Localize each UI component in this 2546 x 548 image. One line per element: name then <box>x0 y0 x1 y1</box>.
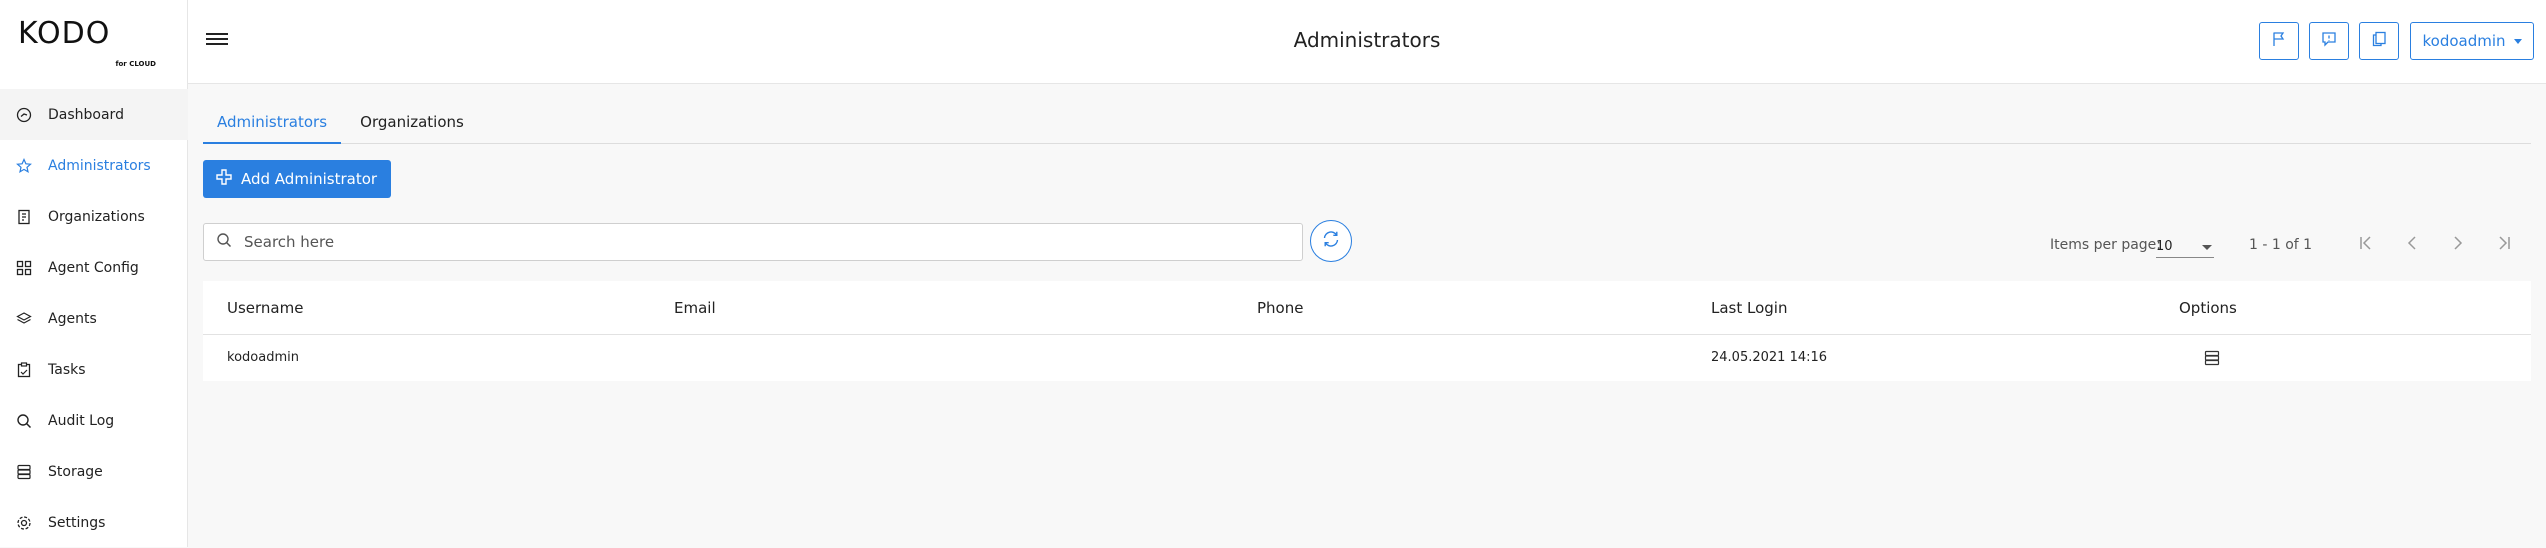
building-icon <box>16 209 32 225</box>
administrators-table: Username Email Phone Last Login Options … <box>203 281 2531 381</box>
table-row[interactable]: kodoadmin 24.05.2021 14:16 <box>203 335 2531 381</box>
flag-icon <box>2271 31 2287 51</box>
sidebar-item-label: Tasks <box>48 361 86 378</box>
top-header: Administrators kodoadmin <box>188 0 2546 84</box>
user-menu-button[interactable]: kodoadmin <box>2410 22 2534 60</box>
last-page-button[interactable] <box>2489 230 2519 260</box>
documents-button[interactable] <box>2359 22 2399 60</box>
kodo-logo[interactable]: KODO for CLOUD <box>18 18 158 70</box>
previous-page-button[interactable] <box>2397 230 2427 260</box>
column-header-email[interactable]: Email <box>674 281 716 335</box>
last-page-icon <box>2495 234 2513 256</box>
chevron-left-icon <box>2403 234 2421 256</box>
plus-icon <box>215 168 241 190</box>
sidebar-item-label: Audit Log <box>48 412 115 429</box>
sidebar-item-label: Administrators <box>48 157 151 174</box>
grid-icon <box>16 260 32 276</box>
tab-bar: Administrators Organizations <box>203 106 2531 144</box>
search-box <box>203 223 1303 261</box>
sidebar-item-agents[interactable]: Agents <box>0 293 188 344</box>
first-page-button[interactable] <box>2351 230 2381 260</box>
sidebar-item-label: Settings <box>48 514 106 531</box>
refresh-icon <box>1321 229 1341 253</box>
first-page-icon <box>2357 234 2375 256</box>
flag-button[interactable] <box>2259 22 2299 60</box>
user-menu-label: kodoadmin <box>2422 32 2506 50</box>
column-header-last-login[interactable]: Last Login <box>1711 281 1787 335</box>
table-header: Username Email Phone Last Login Options <box>203 281 2531 335</box>
page-title: Administrators <box>1293 28 1441 52</box>
caret-down-icon <box>2202 245 2212 250</box>
sidebar-item-agent-config[interactable]: Agent Config <box>0 242 188 293</box>
cell-username: kodoadmin <box>227 350 299 365</box>
database-icon <box>16 464 32 480</box>
chat-icon <box>2321 31 2337 51</box>
sidebar-item-label: Agents <box>48 310 97 327</box>
sidebar-item-label: Storage <box>48 463 103 480</box>
copy-icon <box>2371 31 2387 51</box>
page-size-value: 10 <box>2156 239 2173 254</box>
star-icon <box>16 157 32 174</box>
sidebar-item-label: Dashboard <box>48 106 124 123</box>
sidebar: KODO for CLOUD Dashboard Administrators … <box>0 0 188 547</box>
layers-icon <box>16 311 32 327</box>
sidebar-item-organizations[interactable]: Organizations <box>0 191 188 242</box>
cell-last-login: 24.05.2021 14:16 <box>1711 350 1828 365</box>
options-list-icon <box>2203 350 2221 371</box>
sidebar-item-administrators[interactable]: Administrators <box>0 140 188 191</box>
tab-administrators[interactable]: Administrators <box>203 106 341 144</box>
sidebar-item-settings[interactable]: Settings <box>0 497 188 548</box>
caret-down-icon <box>2513 38 2522 44</box>
sidebar-item-audit-log[interactable]: Audit Log <box>0 395 188 446</box>
feedback-button[interactable] <box>2309 22 2349 60</box>
logo-subtext: for CLOUD <box>115 60 156 68</box>
gear-icon <box>16 515 32 531</box>
dashboard-icon <box>16 107 32 123</box>
sidebar-item-label: Agent Config <box>48 259 139 276</box>
add-administrator-label: Add Administrator <box>241 170 378 188</box>
row-options-button[interactable] <box>2203 349 2221 367</box>
search-icon <box>216 232 242 252</box>
clipboard-icon <box>16 361 32 378</box>
tab-organizations[interactable]: Organizations <box>357 106 467 144</box>
column-header-phone[interactable]: Phone <box>1257 281 1303 335</box>
sidebar-item-tasks[interactable]: Tasks <box>0 344 188 395</box>
sidebar-item-dashboard[interactable]: Dashboard <box>0 89 188 140</box>
column-header-username[interactable]: Username <box>227 281 303 335</box>
search-icon <box>16 413 32 429</box>
items-per-page-label: Items per page: <box>2050 237 2162 253</box>
chevron-right-icon <box>2449 234 2467 256</box>
search-input[interactable] <box>242 232 1292 252</box>
next-page-button[interactable] <box>2443 230 2473 260</box>
sidebar-item-label: Organizations <box>48 208 145 225</box>
page-range-label: 1 - 1 of 1 <box>2249 237 2313 253</box>
add-administrator-button[interactable]: Add Administrator <box>203 160 391 198</box>
page-size-select[interactable]: 10 <box>2156 234 2214 258</box>
logo-text: KODO <box>18 16 111 51</box>
sidebar-nav: Dashboard Administrators Organizations A… <box>0 89 188 548</box>
refresh-button[interactable] <box>1310 220 1352 262</box>
column-header-options: Options <box>2179 299 2237 317</box>
sidebar-item-storage[interactable]: Storage <box>0 446 188 497</box>
